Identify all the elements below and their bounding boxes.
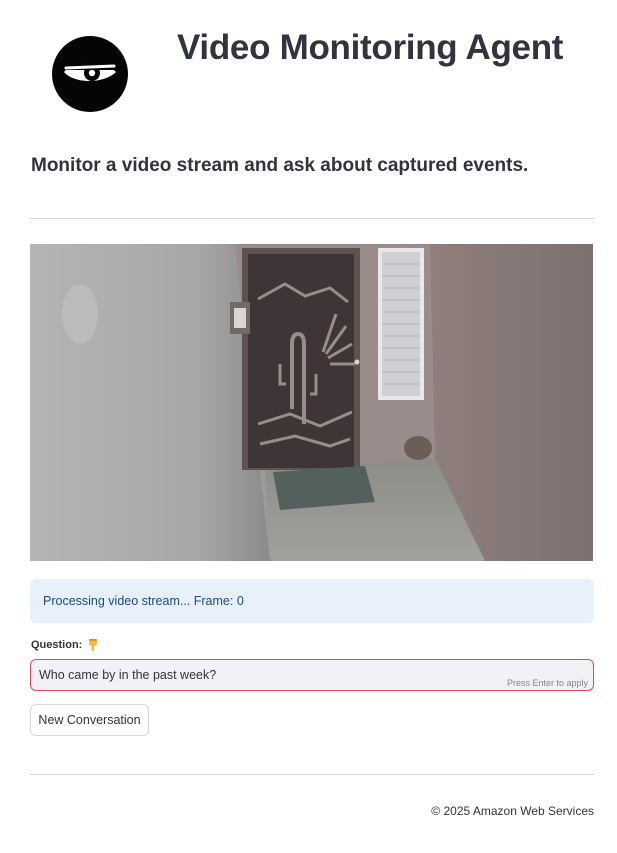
divider xyxy=(30,218,594,219)
press-enter-hint: Press Enter to apply xyxy=(506,678,588,688)
page-subtitle: Monitor a video stream and ask about cap… xyxy=(31,155,529,176)
new-conversation-button[interactable]: New Conversation xyxy=(30,704,149,736)
page-title: Video Monitoring Agent xyxy=(177,28,564,67)
divider xyxy=(30,774,594,775)
status-message: Processing video stream... Frame: 0 xyxy=(30,579,594,623)
eye-logo-icon xyxy=(52,36,128,112)
pointing-down-hand-icon xyxy=(86,638,100,652)
footer-copyright: © 2025 Amazon Web Services xyxy=(431,804,594,818)
question-label: Question: xyxy=(31,638,100,652)
question-label-text: Question: xyxy=(31,639,83,651)
status-text: Processing video stream... Frame: 0 xyxy=(43,594,244,608)
camera-feed-image xyxy=(30,244,593,561)
